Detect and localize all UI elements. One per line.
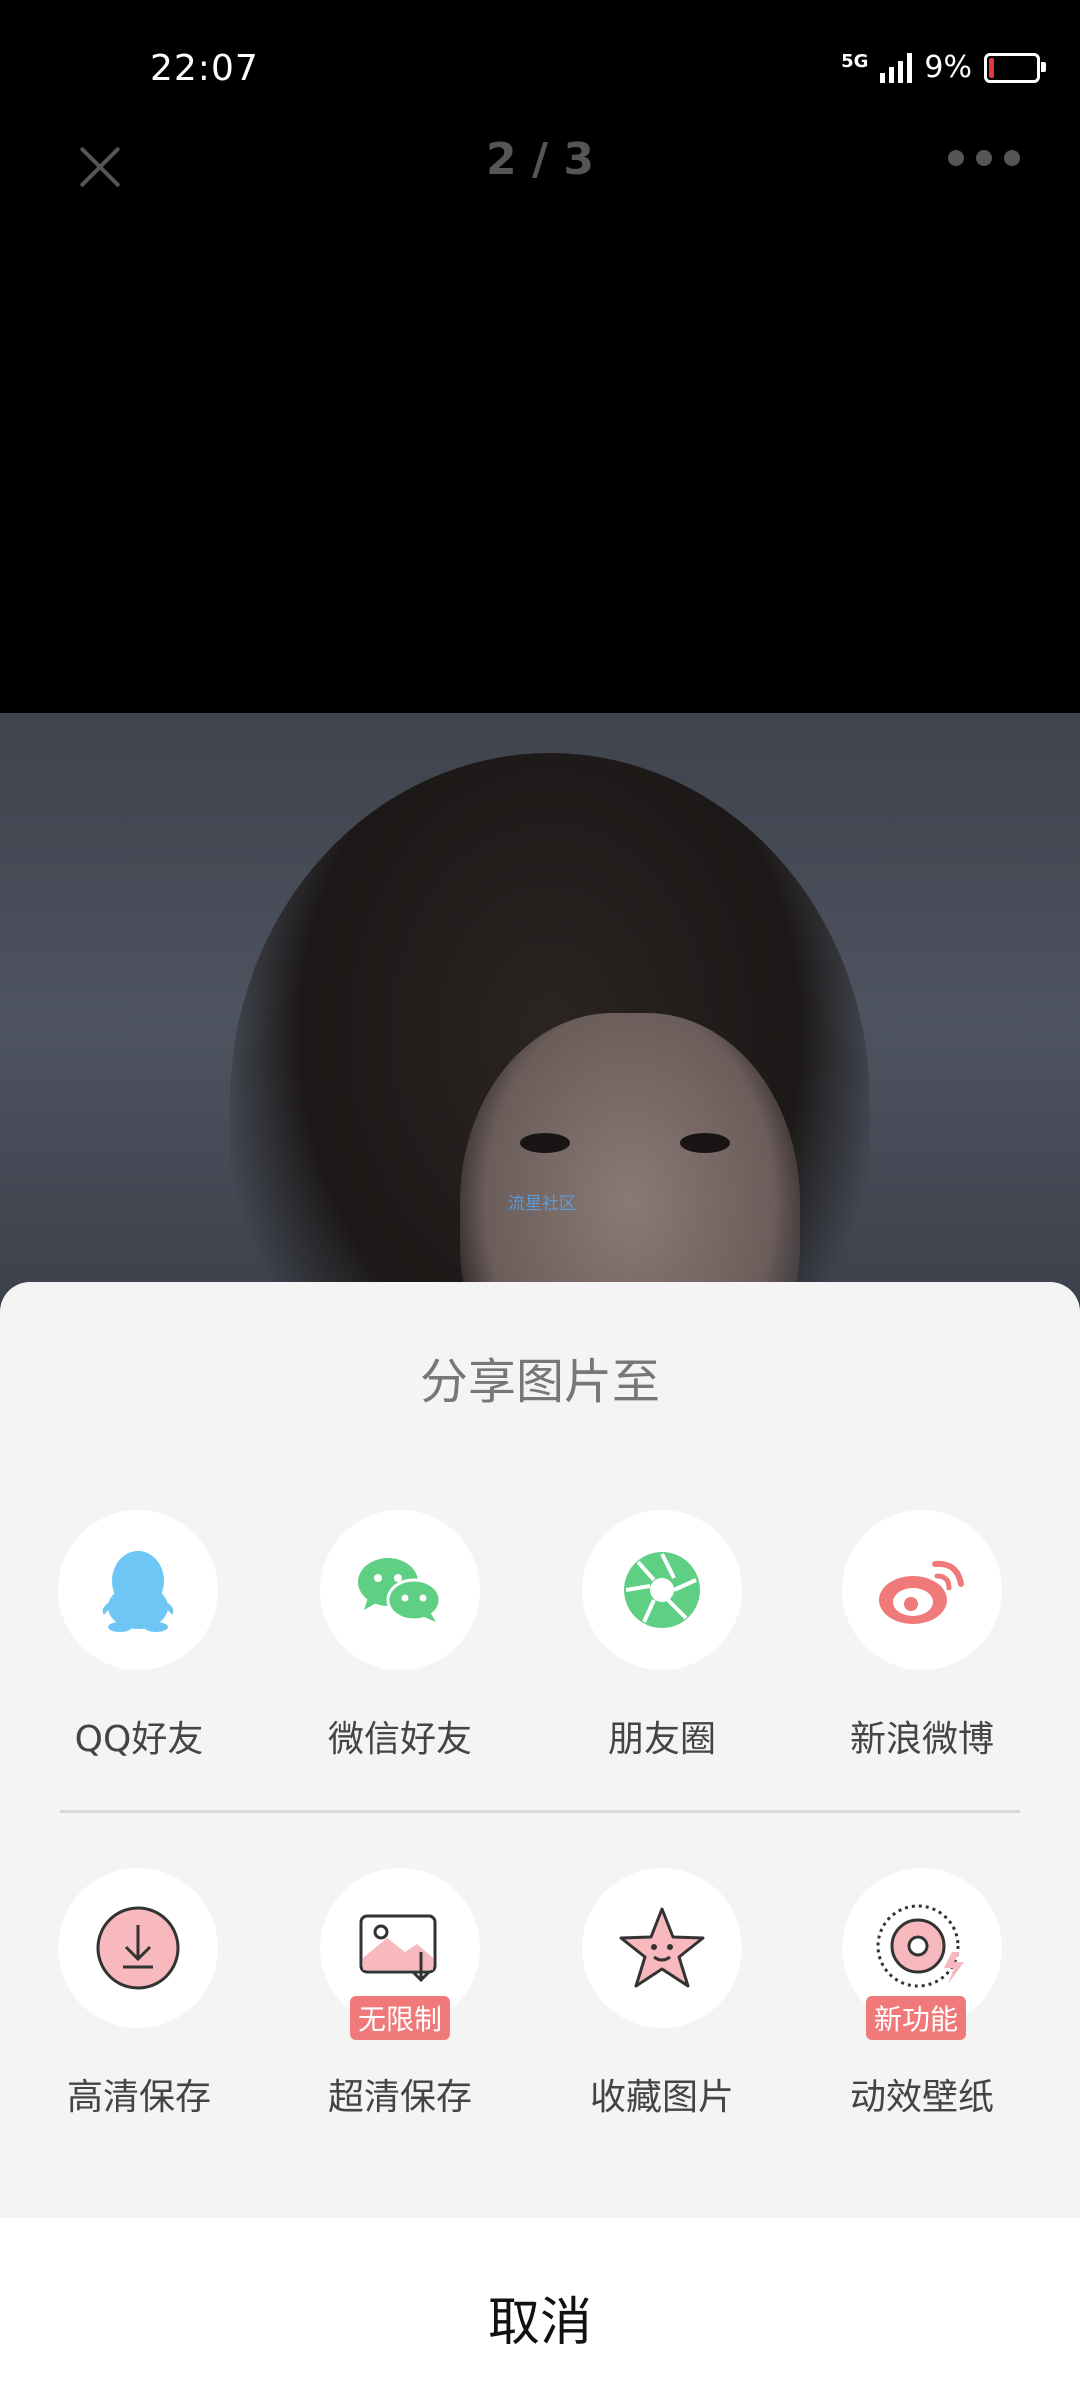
qq-penguin-icon	[58, 1510, 218, 1670]
page-counter: 2 / 3	[486, 134, 594, 185]
battery-percent: 9%	[924, 50, 972, 85]
cancel-label: 取消	[487, 2293, 592, 2353]
share-wechat-label: 微信好友	[327, 1719, 472, 1760]
status-time: 22:07	[150, 48, 259, 89]
status-bar: 22:07 5G 9%	[0, 0, 1080, 140]
download-icon	[58, 1868, 218, 2028]
photo-watermark: 流星社区	[508, 1194, 576, 1214]
new-feature-badge: 新功能	[866, 1996, 967, 2040]
signal-icon	[880, 52, 913, 83]
wechat-icon	[320, 1510, 480, 1670]
battery-icon	[984, 52, 1046, 83]
network-type: 5G	[841, 51, 869, 72]
live-wallpaper-label: 动效壁纸	[849, 2077, 994, 2118]
viewer-toolbar: 2 / 3	[0, 120, 1080, 200]
star-face-icon	[582, 1868, 742, 2028]
status-indicators: 5G 9%	[841, 50, 1046, 85]
unlimited-badge: 无限制	[350, 1996, 451, 2040]
share-sheet-divider	[60, 1810, 1020, 1813]
share-weibo-label: 新浪微博	[849, 1719, 994, 1760]
favorite-image-label: 收藏图片	[589, 2077, 734, 2118]
share-sheet-title: 分享图片至	[419, 1354, 660, 1410]
cancel-button[interactable]: 取消	[0, 2218, 1080, 2400]
weibo-icon	[842, 1510, 1002, 1670]
share-sheet: 分享图片至 QQ好友 微信好友 朋友圈 新浪微博 高清保存 无限制 超清保存 收…	[0, 1282, 1080, 2222]
photo-image[interactable]: 流星社区	[0, 713, 1080, 1333]
save-hd-label: 高清保存	[66, 2077, 211, 2118]
more-options-icon[interactable]	[948, 150, 1020, 166]
share-moments-label: 朋友圈	[607, 1719, 716, 1760]
save-uhd-label: 超清保存	[327, 2077, 472, 2118]
moments-shutter-icon	[582, 1510, 742, 1670]
share-qq-label: QQ好友	[74, 1719, 204, 1760]
